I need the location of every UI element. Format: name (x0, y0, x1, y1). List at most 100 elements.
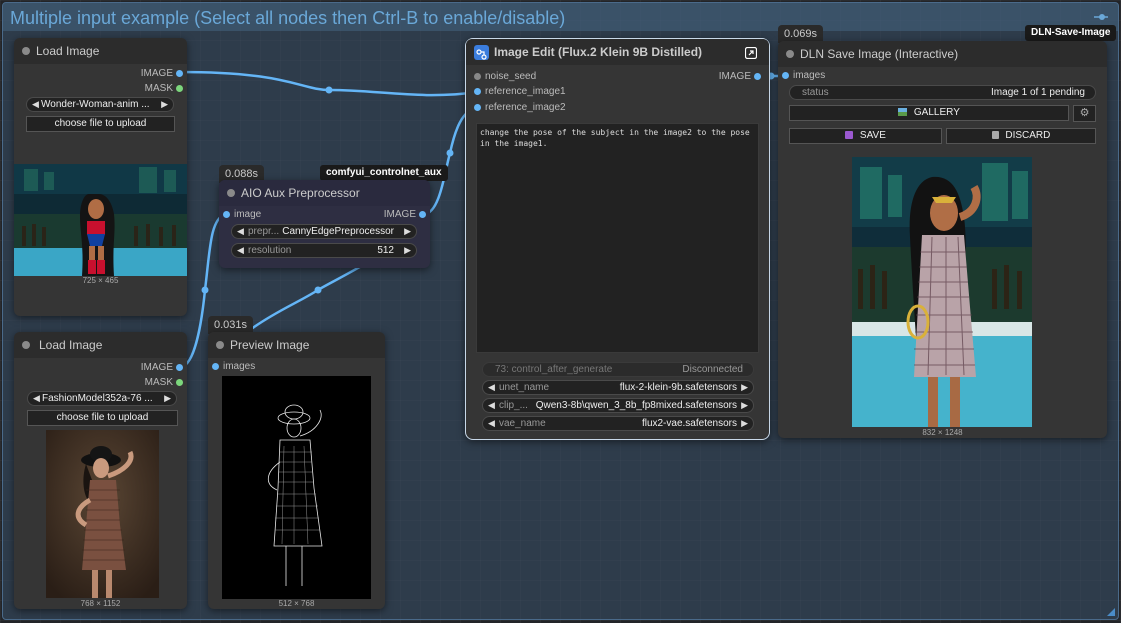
node-title-bar[interactable]: AIO Aux Preprocessor (219, 180, 430, 206)
node-canvas[interactable]: Multiple input example (Select all nodes… (0, 0, 1121, 623)
trash-icon (991, 131, 999, 139)
image-file-select[interactable]: ◀ FashionModel352a-76 ... ▶ (27, 391, 177, 406)
arrow-left-icon[interactable]: ◀ (32, 98, 39, 111)
open-subgraph-icon[interactable] (745, 47, 757, 59)
input-image-port[interactable] (223, 211, 230, 218)
aio-aux-preprocessor-node[interactable]: AIO Aux Preprocessor image IMAGE ◀ prepr… (219, 180, 430, 268)
image-size-caption: 512 × 768 (278, 599, 315, 608)
resolution-label: resolution (248, 245, 292, 256)
output-image-port[interactable] (754, 73, 761, 80)
arrow-right-icon[interactable]: ▶ (404, 244, 411, 257)
save-label: SAVE (859, 130, 886, 141)
load-image-node-2[interactable]: Load Image IMAGE MASK ◀ FashionModel352a… (14, 332, 187, 609)
collapse-dot-icon[interactable] (22, 341, 30, 349)
node-title: AIO Aux Preprocessor (241, 186, 360, 200)
image-size-caption: 832 × 1248 (922, 428, 963, 437)
dln-save-image-node[interactable]: DLN Save Image (Interactive) images stat… (778, 41, 1107, 438)
input-reference-image1-label: reference_image1 (485, 86, 566, 97)
node-title: Load Image (39, 338, 103, 352)
load-image-node-1[interactable]: Load Image IMAGE MASK ◀ Wonder-Woman-ani… (14, 38, 187, 316)
node-title-bar[interactable]: Image Edit (Flux.2 Klein 9B Distilled) (466, 39, 769, 65)
pin-icon[interactable] (1094, 12, 1108, 22)
settings-button[interactable]: ⚙ (1073, 105, 1096, 122)
preprocessor-label: prepr... (248, 226, 280, 237)
output-mask-label: MASK (144, 83, 173, 94)
arrow-left-icon[interactable]: ◀ (237, 225, 244, 238)
prompt-textarea[interactable]: change the pose of the subject in the im… (476, 123, 759, 353)
input-noise-seed-label: noise_seed (485, 71, 537, 82)
output-mask-port[interactable] (176, 379, 183, 386)
input-noise-seed-port[interactable] (474, 73, 481, 80)
output-image-label: IMAGE (383, 209, 416, 220)
node-title-bar[interactable]: Preview Image (208, 332, 385, 358)
upload-button[interactable]: choose file to upload (27, 410, 178, 426)
arrow-right-icon[interactable]: ▶ (741, 399, 748, 412)
pending-image-preview (852, 157, 1032, 427)
gear-icon: ⚙ (1079, 107, 1090, 119)
arrow-left-icon[interactable]: ◀ (488, 381, 495, 394)
clip-name-label: clip_... (499, 400, 528, 411)
save-button[interactable]: SAVE (789, 128, 942, 144)
collapse-dot-icon[interactable] (786, 50, 794, 58)
loaded-image-preview (14, 164, 187, 276)
image-file-select[interactable]: ◀ Wonder-Woman-anim ... ▶ (26, 97, 174, 112)
unet-name-label: unet_name (499, 382, 550, 393)
arrow-right-icon[interactable]: ▶ (164, 392, 171, 405)
node-title: Load Image (36, 44, 100, 58)
node-title-bar[interactable]: Load Image (14, 38, 187, 64)
fashion-model-photo (46, 430, 159, 598)
arrow-right-icon[interactable]: ▶ (741, 417, 748, 430)
canny-edge-map (222, 376, 371, 599)
node-title: Image Edit (Flux.2 Klein 9B Distilled) (494, 45, 703, 59)
loaded-image-preview (46, 430, 159, 598)
output-image-port[interactable] (176, 70, 183, 77)
input-reference-image2-port[interactable] (474, 104, 481, 111)
preview-image-node[interactable]: Preview Image images 512 × 768 (208, 332, 385, 609)
arrow-right-icon[interactable]: ▶ (161, 98, 168, 111)
arrow-right-icon[interactable]: ▶ (404, 225, 411, 238)
output-mask-port[interactable] (176, 85, 183, 92)
node-title: Preview Image (230, 338, 310, 352)
upload-button[interactable]: choose file to upload (26, 116, 175, 132)
gallery-icon (898, 108, 908, 116)
output-image-label: IMAGE (140, 68, 173, 79)
image-edit-node[interactable]: Image Edit (Flux.2 Klein 9B Distilled) n… (465, 38, 770, 440)
input-reference-image1-port[interactable] (474, 88, 481, 95)
status-label: status (802, 87, 829, 98)
resolution-stepper[interactable]: ◀ resolution 512 ▶ (231, 243, 417, 258)
canny-preview-image (222, 376, 371, 599)
arrow-left-icon[interactable]: ◀ (33, 392, 40, 405)
clip-name-select[interactable]: ◀ clip_... Qwen3-8b\qwen_3_8b_fp8mixed.s… (482, 398, 754, 413)
output-image-port[interactable] (419, 211, 426, 218)
output-image-port[interactable] (176, 364, 183, 371)
gallery-button[interactable]: GALLERY (789, 105, 1069, 121)
status-value: Image 1 of 1 pending (991, 87, 1085, 98)
group-header[interactable]: Multiple input example (Select all nodes… (3, 3, 1118, 31)
unet-name-select[interactable]: ◀ unet_name flux-2-klein-9b.safetensors … (482, 380, 754, 395)
output-image-label: IMAGE (140, 362, 173, 373)
arrow-right-icon[interactable]: ▶ (741, 381, 748, 394)
arrow-left-icon[interactable]: ◀ (237, 244, 244, 257)
file-value: FashionModel352a-76 ... (42, 393, 153, 404)
resize-handle[interactable] (1107, 608, 1115, 616)
input-images-port[interactable] (782, 72, 789, 79)
preprocessor-value: CannyEdgePreprocessor (282, 226, 394, 237)
resolution-value: 512 (377, 245, 394, 256)
vae-name-select[interactable]: ◀ vae_name flux2-vae.safetensors ▶ (482, 416, 754, 431)
collapse-dot-icon[interactable] (227, 189, 235, 197)
preprocessor-select[interactable]: ◀ prepr... CannyEdgePreprocessor ▶ (231, 224, 417, 239)
collapse-dot-icon[interactable] (22, 47, 30, 55)
arrow-left-icon[interactable]: ◀ (488, 417, 495, 430)
arrow-left-icon[interactable]: ◀ (488, 399, 495, 412)
discard-button[interactable]: DISCARD (946, 128, 1096, 144)
input-images-port[interactable] (212, 363, 219, 370)
image-size-caption: 725 × 465 (82, 276, 119, 285)
node-title-bar[interactable]: DLN Save Image (Interactive) (778, 41, 1107, 67)
input-image-label: image (234, 209, 262, 220)
node-pack-badge: comfyui_controlnet_aux (320, 165, 448, 181)
input-images-label: images (793, 70, 826, 81)
group-title: Multiple input example (Select all nodes… (10, 8, 566, 28)
node-title-bar[interactable]: Load Image (14, 332, 187, 358)
unet-name-value: flux-2-klein-9b.safetensors (619, 382, 737, 393)
collapse-dot-icon[interactable] (216, 341, 224, 349)
